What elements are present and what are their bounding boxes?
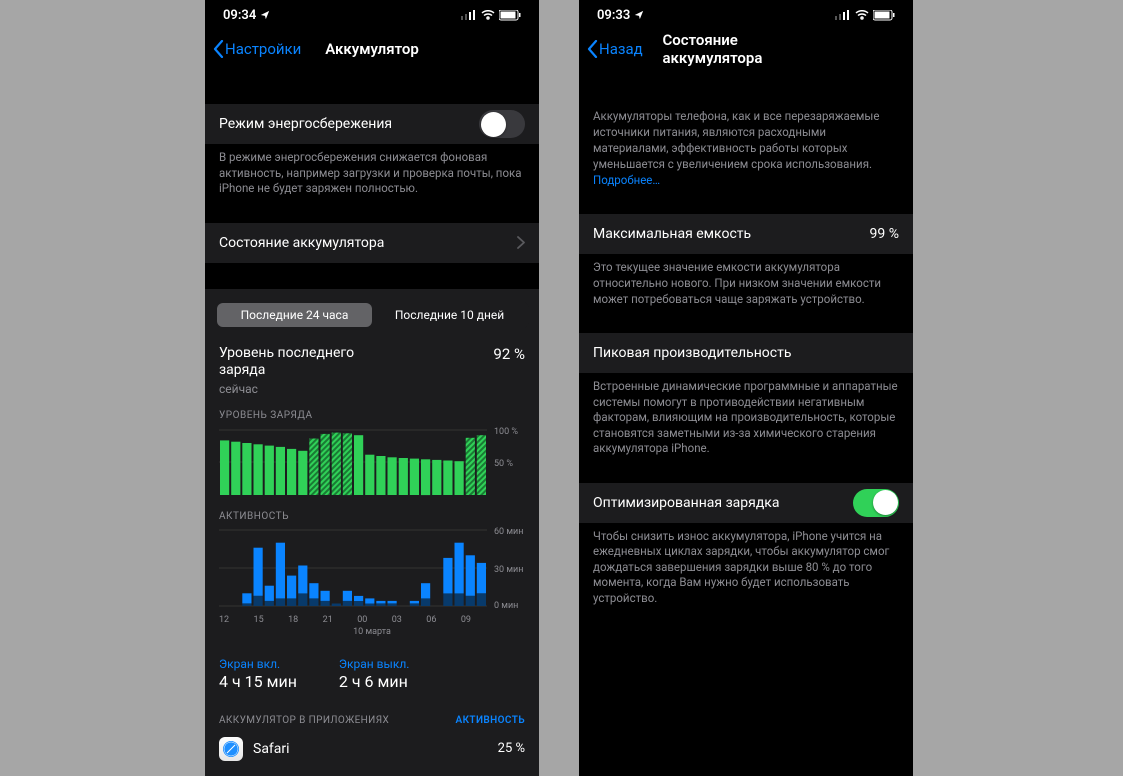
- location-icon: [260, 10, 270, 20]
- optimized-charging-foot: Чтобы снизить износ аккумулятора, iPhone…: [579, 523, 913, 607]
- low-power-foot: В режиме энергосбережения снижается фоно…: [205, 144, 539, 197]
- phone-battery-screen: 09:34 Настройки Аккумулятор Режим энерго…: [205, 0, 539, 776]
- battery-health-row[interactable]: Состояние аккумулятора: [205, 223, 539, 263]
- apps-activity-toggle[interactable]: АКТИВНОСТЬ: [456, 715, 526, 726]
- low-power-row[interactable]: Режим энергосбережения: [205, 104, 539, 144]
- battery-health-cell: Состояние аккумулятора: [205, 223, 539, 263]
- app-pct: 25 %: [498, 741, 525, 756]
- last-charge-value: 92 %: [493, 345, 525, 380]
- time-range-segmented[interactable]: Последние 24 часа Последние 10 дней: [215, 301, 529, 329]
- page-title: Аккумулятор: [325, 40, 419, 58]
- intro-text: Аккумуляторы телефона, как и все перезар…: [579, 68, 913, 188]
- max-capacity-row: Максимальная емкость 99 %: [579, 214, 913, 254]
- last-charge-sub: сейчас: [205, 380, 539, 396]
- svg-text:30 мин: 30 мин: [494, 565, 523, 575]
- chart-x-sub: 10 марта: [205, 625, 539, 637]
- chevron-right-icon: [517, 236, 525, 249]
- peak-performance-label: Пиковая производительность: [593, 345, 791, 361]
- app-row-safari[interactable]: Safari 25 %: [205, 732, 539, 766]
- location-icon: [634, 10, 644, 20]
- wifi-icon: [855, 10, 869, 20]
- svg-text:50 %: 50 %: [494, 459, 513, 469]
- usage-block: Последние 24 часа Последние 10 дней Уров…: [205, 289, 539, 776]
- seg-24h[interactable]: Последние 24 часа: [217, 303, 372, 327]
- screen-on-value: 4 ч 15 мин: [219, 671, 297, 691]
- optimized-charging-cell: Оптимизированная зарядка: [579, 483, 913, 523]
- optimized-charging-label: Оптимизированная зарядка: [593, 495, 779, 511]
- low-power-label: Режим энергосбережения: [219, 116, 392, 132]
- svg-text:0 мин: 0 мин: [494, 601, 518, 611]
- battery-icon: [873, 10, 895, 21]
- screen-time-row: Экран вкл. 4 ч 15 мин Экран выкл. 2 ч 6 …: [205, 637, 539, 697]
- status-time: 09:34: [223, 8, 256, 23]
- apps-header: АККУМУЛЯТОР В ПРИЛОЖЕНИЯХ АКТИВНОСТЬ: [205, 697, 539, 732]
- max-capacity-value: 99 %: [870, 226, 899, 242]
- status-bar: 09:34: [205, 0, 539, 30]
- screen-off-label: Экран выкл.: [339, 657, 410, 671]
- max-capacity-foot: Это текущее значение емкости аккумулятор…: [579, 254, 913, 307]
- last-charge-title: Уровень последнего заряда: [219, 345, 399, 380]
- optimized-charging-row[interactable]: Оптимизированная зарядка: [579, 483, 913, 523]
- seg-10d[interactable]: Последние 10 дней: [372, 303, 527, 327]
- status-bar: 09:33: [579, 0, 913, 30]
- peak-performance-row: Пиковая производительность: [579, 333, 913, 373]
- status-indicators: [461, 10, 521, 21]
- signal-icon: [461, 10, 477, 20]
- safari-icon: [219, 737, 243, 761]
- back-button[interactable]: Настройки: [213, 40, 301, 58]
- signal-icon: [835, 10, 851, 20]
- app-name: Safari: [253, 741, 488, 757]
- svg-text:60 мин: 60 мин: [494, 527, 523, 537]
- peak-performance-cell: Пиковая производительность: [579, 333, 913, 373]
- max-capacity-cell: Максимальная емкость 99 %: [579, 214, 913, 254]
- activity-chart-title: АКТИВНОСТЬ: [205, 497, 539, 526]
- max-capacity-label: Максимальная емкость: [593, 226, 751, 242]
- chevron-left-icon: [587, 40, 598, 58]
- chart-x-ticks: 1215182100030609: [205, 612, 485, 625]
- status-time: 09:33: [597, 8, 630, 23]
- activity-chart: 60 мин 30 мин 0 мин: [219, 526, 525, 612]
- battery-health-label: Состояние аккумулятора: [219, 235, 384, 251]
- screen-off-value: 2 ч 6 мин: [339, 671, 410, 691]
- learn-more-link[interactable]: Подробнее…: [593, 173, 660, 187]
- low-power-cell: Режим энергосбережения: [205, 104, 539, 144]
- status-indicators: [835, 10, 895, 21]
- phone-battery-health-screen: 09:33 Назад Состояние аккумулятора Аккум…: [579, 0, 913, 776]
- nav-bar: Назад Состояние аккумулятора: [579, 30, 913, 68]
- nav-bar: Настройки Аккумулятор: [205, 30, 539, 68]
- screen-on-label: Экран вкл.: [219, 657, 297, 671]
- peak-performance-foot: Встроенные динамические программные и ап…: [579, 373, 913, 457]
- battery-icon: [499, 10, 521, 21]
- chevron-left-icon: [213, 40, 224, 58]
- page-title: Состояние аккумулятора: [663, 31, 830, 67]
- battery-chart-title: УРОВЕНЬ ЗАРЯДА: [205, 396, 539, 425]
- optimized-charging-toggle[interactable]: [853, 489, 899, 517]
- back-button[interactable]: Назад: [587, 40, 643, 58]
- battery-chart: 100 % 50 %: [219, 425, 525, 497]
- svg-text:100 %: 100 %: [494, 427, 518, 437]
- wifi-icon: [481, 10, 495, 20]
- low-power-toggle[interactable]: [479, 110, 525, 138]
